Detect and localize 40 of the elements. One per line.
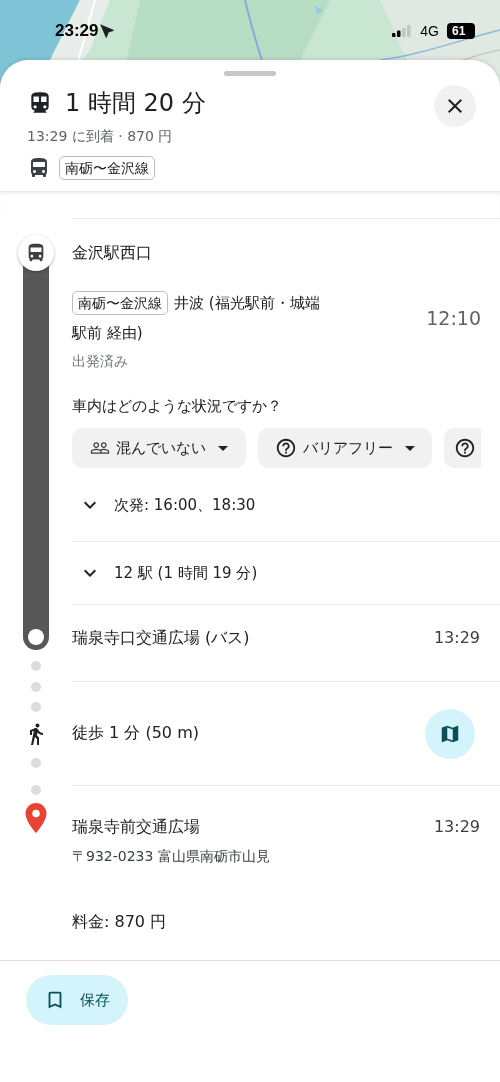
- walk-dot: [31, 785, 41, 795]
- line-chip: 南砺〜金沢線: [59, 156, 155, 180]
- map-button[interactable]: [425, 708, 475, 759]
- feedback-chip[interactable]: [444, 428, 481, 468]
- help-icon: [275, 437, 297, 459]
- line-chip: 南砺〜金沢線: [72, 291, 168, 315]
- walk-dot: [31, 702, 41, 712]
- feedback-chip[interactable]: バリアフリー: [258, 428, 432, 468]
- location-arrow-icon: [98, 22, 117, 40]
- save-button[interactable]: 保存: [26, 975, 128, 1025]
- signal-icon: [392, 25, 413, 37]
- caret-icon: [405, 445, 415, 451]
- stop-name: 瑞泉寺口交通広場 (バス): [72, 627, 250, 649]
- trip-duration: 1 時間 20 分: [65, 88, 206, 119]
- network-type: 4G: [420, 23, 439, 39]
- battery-level: 61: [447, 23, 475, 39]
- destination-address: 〒932-0233 富山県南砺市山見: [72, 847, 271, 866]
- fare: 料金: 870 円: [72, 911, 168, 933]
- drag-handle[interactable]: [224, 71, 276, 76]
- next-departures-toggle[interactable]: 次発: 16:00、18:30: [72, 487, 256, 523]
- stop-name: 金沢駅西口: [72, 242, 152, 264]
- walk-info: 徒歩 1 分 (50 m): [72, 723, 199, 744]
- departure-status: 出発済み: [72, 352, 129, 371]
- help-icon: [454, 437, 476, 459]
- departure-time: 12:10: [426, 307, 481, 329]
- arrival-summary: 13:29 に到着 · 870 円: [27, 127, 174, 146]
- arrival-time: 13:29: [433, 627, 480, 649]
- stop-dot: [28, 629, 44, 645]
- caret-icon: [218, 445, 228, 451]
- close-button[interactable]: [434, 85, 476, 127]
- walk-dot: [31, 758, 41, 768]
- clock: 23:29: [55, 21, 99, 41]
- arrival-time: 13:29: [433, 816, 480, 838]
- feedback-chip[interactable]: 混んでいない: [72, 428, 246, 468]
- feedback-question: 車内はどのような状況ですか？: [72, 396, 283, 417]
- walk-dot: [31, 661, 41, 671]
- walk-dot: [31, 682, 41, 692]
- stops-toggle[interactable]: 12 駅 (1 時間 19 分): [72, 555, 258, 591]
- headsign: 南砺〜金沢線 井波 (福光駅前・城端駅前 経由): [72, 288, 415, 348]
- destination-name: 瑞泉寺前交通広場: [72, 816, 200, 838]
